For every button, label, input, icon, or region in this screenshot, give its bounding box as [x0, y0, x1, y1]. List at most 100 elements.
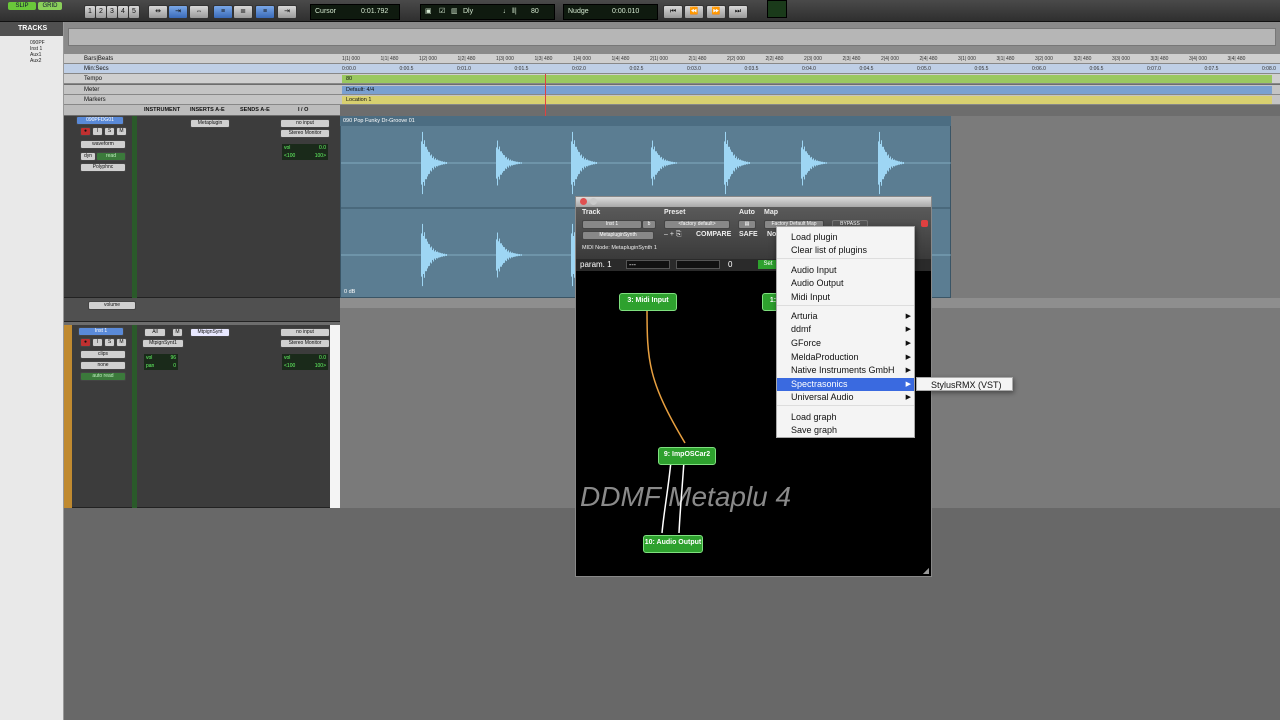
menu-item-gforce[interactable]: GForce ▶ — [777, 337, 914, 350]
tracks-list-header[interactable]: TRACKS — [0, 22, 63, 36]
go-to-end-icon[interactable]: ⏭ — [728, 5, 748, 19]
solo-button[interactable]: S — [104, 127, 115, 136]
waveform-sample — [572, 223, 573, 287]
track-1-view-select[interactable]: waveform — [80, 140, 126, 149]
track-1-automation-mode[interactable]: read — [96, 152, 126, 161]
input-monitor-icon[interactable]: I — [92, 338, 103, 347]
menu-item-midi-input[interactable]: Midi Input — [777, 291, 914, 304]
power-icon[interactable] — [921, 220, 928, 227]
scrubber-tool-icon[interactable]: ≡ — [213, 5, 233, 19]
rewind-icon[interactable]: ⏪ — [684, 5, 704, 19]
plugin-select[interactable]: MetapluginSynth — [582, 231, 654, 240]
track-2-output[interactable]: Stereo Monitor — [280, 339, 330, 348]
slip-mode-button[interactable]: SLIP — [8, 2, 36, 10]
preset-prev-next-icons[interactable]: – + ⎘ — [664, 231, 681, 239]
grabber-tool-icon[interactable]: ⇔ — [189, 5, 209, 19]
set-button[interactable]: Set — [758, 260, 778, 269]
menu-item-clear-list-of-plugins[interactable]: Clear list of plugins — [777, 244, 914, 257]
meter-ruler[interactable]: Meter Default: 4/4 — [64, 85, 1280, 95]
track-select[interactable]: Inst 1 — [582, 220, 642, 229]
audio-output-node[interactable]: 10: Audio Output — [643, 535, 703, 553]
waveform-sample — [669, 161, 670, 165]
compare-button[interactable]: COMPARE — [696, 231, 731, 238]
menu-item-load-plugin[interactable]: Load plugin — [777, 231, 914, 244]
audio-region-name[interactable]: 090 Pop Funky Dr-Groove 01 — [340, 116, 951, 126]
track-1-insert-a[interactable]: Metaplugin — [190, 119, 230, 128]
track-columns-header: INSTRUMENT INSERTS A-E SENDS A-E I / O — [64, 105, 340, 115]
location-marker[interactable]: Location 1 — [346, 95, 371, 105]
menu-item-spectrasonics[interactable]: Spectrasonics ▶ — [777, 378, 914, 391]
safe-button[interactable]: SAFE — [739, 231, 758, 238]
selector-tool-icon[interactable]: ⇥ — [168, 5, 188, 19]
midi-input-node[interactable]: 3: Midi Input — [619, 293, 677, 311]
grid-mode-button[interactable]: GRID — [38, 2, 62, 10]
mute-button[interactable]: M — [116, 127, 127, 136]
menu-item-native-instruments-gmbh[interactable]: Native Instruments GmbH ▶ — [777, 364, 914, 377]
menu-item-universal-audio[interactable]: Universal Audio ▶ — [777, 391, 914, 404]
track-1-input[interactable]: no input — [280, 119, 330, 128]
waveform-sample — [434, 159, 435, 167]
track-2-automation-mode[interactable]: none — [80, 361, 126, 370]
smart-tool-icon[interactable]: ≡ — [255, 5, 275, 19]
track-2-instrument-slot[interactable]: MtpignSynt — [190, 328, 230, 337]
input-monitor-icon[interactable]: I — [92, 127, 103, 136]
synth-node[interactable]: 9: ImpOSCar2 — [658, 447, 716, 465]
track-2-midi-mute[interactable]: M — [172, 328, 183, 337]
tempo-ruler-label: Tempo — [84, 76, 103, 82]
minimize-icon[interactable] — [590, 198, 597, 205]
menu-item-arturia[interactable]: Arturia ▶ — [777, 310, 914, 323]
markers-ruler[interactable]: Markers Location 1 — [64, 95, 1280, 105]
record-arm-icon[interactable]: ● — [80, 127, 91, 136]
submenu-stylusrmx[interactable]: StylusRMX (VST) — [916, 377, 1013, 391]
zoom-preset-5[interactable]: 5 — [128, 5, 140, 19]
trim-tool-icon[interactable]: ⇹ — [148, 5, 168, 19]
menu-item-save-graph[interactable]: Save graph — [777, 424, 914, 437]
track-1-output[interactable]: Stereo Monitor — [280, 129, 330, 138]
checkbox-icon[interactable]: ☑ — [439, 5, 445, 19]
track-1-dyn[interactable]: dyn — [80, 152, 96, 161]
close-icon[interactable] — [580, 198, 587, 205]
mute-button[interactable]: M — [116, 338, 127, 347]
waveform-sample — [433, 156, 434, 170]
track-1-name[interactable]: 090PFDG01 — [76, 116, 124, 125]
waveform-sample — [810, 157, 811, 169]
minsecs-ruler[interactable]: Min:Secs 0:00.0 0:00.5 0:01.0 0:01.5 0:02.0 0… — [64, 64, 1280, 74]
track-2-auto-read[interactable]: auto read — [80, 372, 126, 381]
track-1-playlist[interactable]: Polyphnc — [80, 163, 126, 172]
preset-select[interactable]: <factory default> — [664, 220, 730, 229]
playhead[interactable] — [545, 74, 546, 116]
record-arm-icon[interactable]: ● — [80, 338, 91, 347]
track-b-button[interactable]: b — [642, 220, 656, 229]
go-to-start-icon[interactable]: ⏮ — [663, 5, 683, 19]
region-gain[interactable]: 0 dB — [344, 289, 355, 295]
tempo-ruler[interactable]: Tempo 80 — [64, 74, 1280, 84]
solo-button[interactable]: S — [104, 338, 115, 347]
track-2-insert-a[interactable]: MtpignSynt1 — [142, 339, 184, 348]
track-1-lane-view[interactable]: volume — [88, 301, 136, 310]
bars-beats-ruler[interactable]: Bars|Beats 1|1| 000 1|1| 480 1|2| 000 1|2| … — [64, 54, 1280, 64]
param-value-field[interactable]: --- — [626, 260, 670, 269]
fast-forward-icon[interactable]: ⏩ — [706, 5, 726, 19]
param-range-field[interactable] — [676, 260, 720, 269]
auto-button[interactable]: ▤ — [738, 220, 756, 229]
menu-item-meldaproduction[interactable]: MeldaProduction ▶ — [777, 351, 914, 364]
bar-tick-label: 1|4| 000 — [573, 56, 591, 62]
menu-item-ddmf[interactable]: ddmf ▶ — [777, 323, 914, 336]
menu-item-audio-input[interactable]: Audio Input — [777, 264, 914, 277]
track-2-name[interactable]: Inst 1 — [78, 327, 124, 336]
pencil-tool-icon[interactable]: ≣ — [233, 5, 253, 19]
menu-item-load-graph[interactable]: Load graph — [777, 411, 914, 424]
track-2-input[interactable]: no input — [280, 328, 330, 337]
waveform-sample — [446, 253, 447, 257]
menu-item-audio-output[interactable]: Audio Output — [777, 277, 914, 290]
track-2-view-select[interactable]: clips — [80, 350, 126, 359]
meter-value[interactable]: Default: 4/4 — [346, 85, 374, 95]
tempo-marker[interactable]: 80 — [346, 74, 352, 84]
param-select[interactable]: param. 1 — [580, 260, 612, 269]
tracks-list-item[interactable]: Aux2 — [0, 58, 63, 64]
resize-handle-icon[interactable]: ◢ — [923, 566, 929, 575]
tab-to-transient-icon[interactable]: ⇥ — [277, 5, 297, 19]
track-2-midi-input[interactable]: All — [144, 328, 166, 337]
bar-tick-label: 2|1| 000 — [650, 56, 668, 62]
plugin-title-bar[interactable] — [576, 197, 931, 207]
